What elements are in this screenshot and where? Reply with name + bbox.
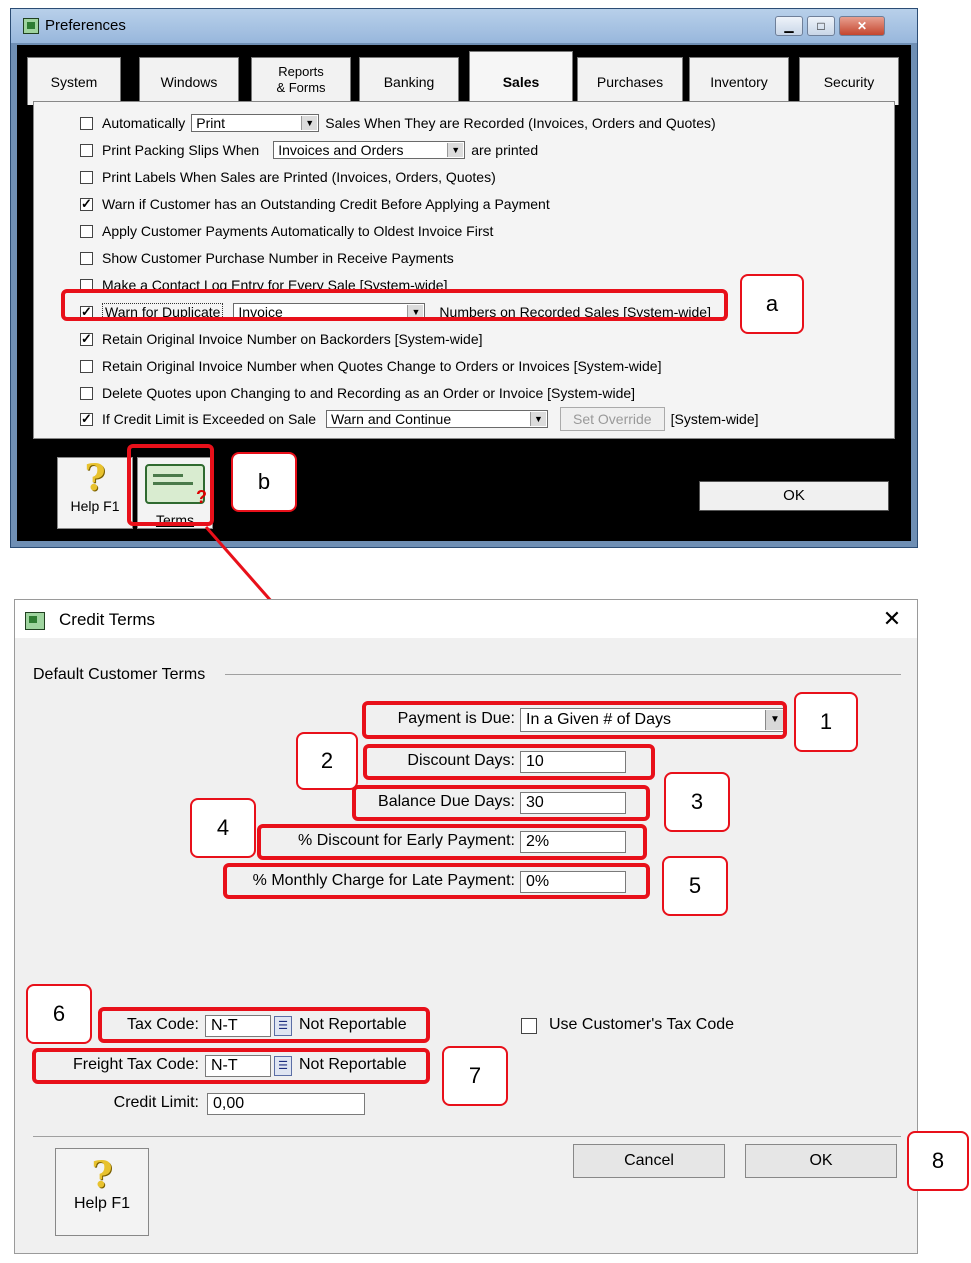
credit-limit-label: Credit Limit:	[113, 1094, 199, 1111]
highlight-late-charge	[223, 863, 650, 899]
credit-terms-dialog: Credit Terms ✕ Default Customer Terms Pa…	[14, 599, 918, 1254]
callout-7: 7	[442, 1046, 508, 1106]
help-button[interactable]: ? Help F1	[55, 1148, 149, 1236]
ok-button[interactable]: OK	[745, 1144, 897, 1178]
group-label: Default Customer Terms	[33, 666, 206, 683]
help-question-icon: ?	[91, 1154, 113, 1196]
footer-divider	[33, 1136, 901, 1137]
callout-4: 4	[190, 798, 256, 858]
highlight-freight-tax-code	[32, 1048, 430, 1084]
callout-8: 8	[907, 1131, 969, 1191]
highlight-early-discount	[257, 824, 647, 860]
dialog-title-bar: Credit Terms ✕	[15, 600, 917, 638]
group-divider	[225, 674, 901, 675]
callout-3: 3	[664, 772, 730, 832]
highlight-tax-code	[98, 1007, 430, 1043]
callout-5: 5	[662, 856, 728, 916]
dialog-title: Credit Terms	[59, 610, 156, 629]
use-customer-tax-checkbox[interactable]	[521, 1018, 537, 1034]
credit-limit-field[interactable]: 0,00	[207, 1093, 365, 1115]
cancel-button[interactable]: Cancel	[573, 1144, 725, 1178]
highlight-balance-due-days	[352, 785, 650, 821]
app-window-icon	[25, 612, 45, 630]
close-icon[interactable]: ✕	[877, 604, 907, 634]
highlight-payment-due	[362, 701, 787, 739]
use-customer-tax-label: Use Customer's Tax Code	[549, 1016, 735, 1033]
highlight-discount-days	[363, 744, 655, 780]
callout-6: 6	[26, 984, 92, 1044]
callout-1: 1	[794, 692, 858, 752]
callout-2: 2	[296, 732, 358, 790]
